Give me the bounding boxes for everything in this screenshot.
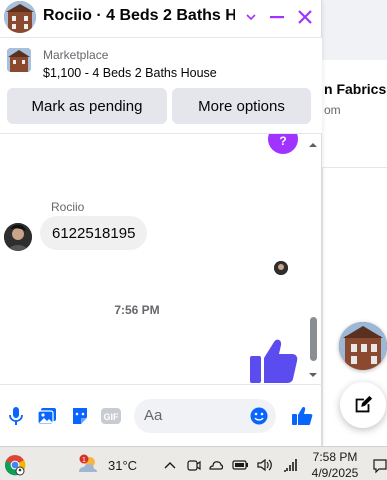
photo-icon[interactable] <box>35 404 59 428</box>
battery-icon[interactable] <box>232 457 248 473</box>
new-message-button[interactable] <box>340 382 386 428</box>
listing-thumbnail[interactable] <box>7 48 31 72</box>
compose-icon <box>355 395 373 413</box>
close-icon[interactable] <box>292 4 318 30</box>
clock-date[interactable]: 4/9/2025 <box>309 466 361 480</box>
clock-time[interactable]: 7:58 PM <box>311 450 359 464</box>
message-bubble[interactable]: 6122518195 <box>40 216 148 250</box>
weather-icon[interactable]: 1 <box>76 453 100 475</box>
message-input[interactable]: Aa <box>134 399 276 433</box>
svg-text:GIF: GIF <box>104 412 120 422</box>
more-options-button[interactable]: More options <box>172 88 311 124</box>
chat-title[interactable]: Rociio · 4 Beds 2 Baths Ho... <box>43 7 235 25</box>
composer-bar: GIF Aa <box>0 384 322 446</box>
scroll-up-arrow-icon[interactable] <box>307 138 319 150</box>
scroll-down-arrow-icon[interactable] <box>307 368 319 380</box>
marketplace-label: Marketplace <box>43 48 109 62</box>
emoji-icon[interactable] <box>250 407 268 425</box>
scrollbar-thumb[interactable] <box>310 317 317 361</box>
sender-avatar[interactable] <box>4 223 32 251</box>
contact-avatar[interactable] <box>4 1 36 33</box>
sent-like-icon[interactable] <box>248 338 298 384</box>
chat-head-avatar[interactable] <box>339 322 387 370</box>
notification-icon[interactable] <box>372 458 387 474</box>
teams-meet-icon[interactable] <box>186 457 202 473</box>
like-icon[interactable] <box>290 404 314 428</box>
seen-receipt-avatar <box>274 261 288 275</box>
onedrive-icon[interactable] <box>208 457 224 473</box>
mark-as-pending-button[interactable]: Mark as pending <box>7 88 167 124</box>
chrome-icon[interactable] <box>4 454 26 476</box>
microphone-icon[interactable] <box>4 404 28 428</box>
chat-header: Rociio · 4 Beds 2 Baths Ho... <box>0 0 322 38</box>
message-timestamp: 7:56 PM <box>114 303 160 317</box>
listing-title[interactable]: $1,100 - 4 Beds 2 Baths House <box>43 66 217 80</box>
background-listing-subtitle: om <box>324 103 341 117</box>
minimize-icon[interactable] <box>264 4 290 30</box>
message-input-placeholder: Aa <box>144 407 163 424</box>
marketplace-panel: Marketplace $1,100 - 4 Beds 2 Baths Hous… <box>0 38 322 134</box>
wifi-icon[interactable] <box>282 457 298 473</box>
message-list[interactable]: ? Rociio 6122518195 7:56 PM <box>0 134 322 384</box>
sticker-icon[interactable] <box>68 404 92 428</box>
background-listing-title: n Fabrics <box>324 81 387 97</box>
help-badge[interactable]: ? <box>268 134 298 154</box>
chat-window: Rociio · 4 Beds 2 Baths Ho... Marketplac… <box>0 0 322 446</box>
chevron-down-icon[interactable] <box>238 4 264 30</box>
volume-icon[interactable] <box>256 457 272 473</box>
gif-icon[interactable]: GIF <box>99 404 123 428</box>
windows-taskbar: 1 31°C 7:58 PM 4/9/2025 <box>0 446 387 480</box>
chevron-up-icon[interactable] <box>162 457 178 473</box>
weather-badge: 1 <box>82 457 86 464</box>
temperature-text: 31°C <box>108 458 138 473</box>
sender-name: Rociio <box>51 200 85 214</box>
